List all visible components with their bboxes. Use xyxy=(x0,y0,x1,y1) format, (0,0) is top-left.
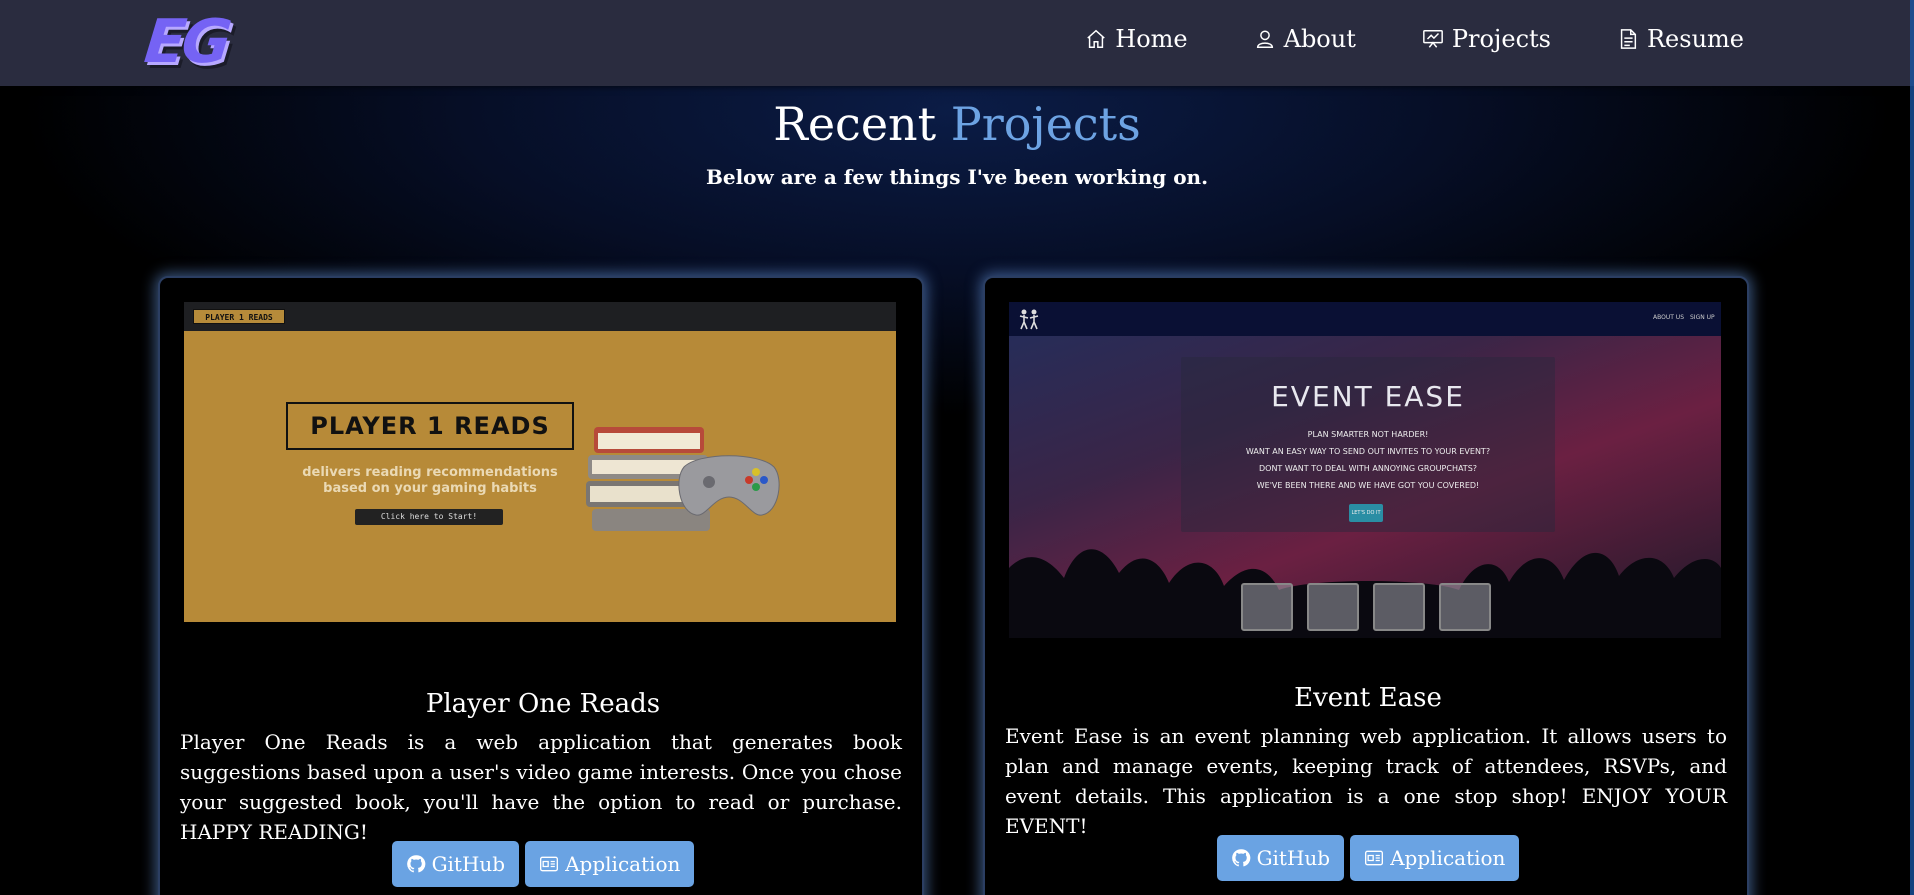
page-title: Recent Projects xyxy=(0,96,1914,152)
dancers-tile-icon xyxy=(1373,583,1425,631)
books-controller-illustration xyxy=(586,427,780,531)
page-title-accent: Projects xyxy=(950,97,1141,151)
application-button[interactable]: Application xyxy=(1350,835,1520,881)
github-button[interactable]: GitHub xyxy=(1216,835,1345,881)
screenshot-small-logo: PLAYER 1 READS xyxy=(193,309,285,324)
screenshot-logo: PLAYER 1 READS xyxy=(286,402,574,450)
screenshot-nav-signup: SIGN UP xyxy=(1690,314,1715,321)
nav-home-label: Home xyxy=(1115,25,1188,53)
party-hat-tile-icon xyxy=(1307,583,1359,631)
screenshot-line: WANT AN EASY WAY TO SEND OUT INVITES TO … xyxy=(1245,447,1491,456)
project-description: Event Ease is an event planning web appl… xyxy=(1005,724,1727,838)
application-button-label: Application xyxy=(1390,846,1506,870)
user-icon xyxy=(1256,30,1273,48)
nav-about[interactable]: About xyxy=(1254,22,1356,56)
crowd-silhouette xyxy=(1009,549,1721,638)
home-icon xyxy=(1087,29,1106,48)
screenshot-nav-about: ABOUT US xyxy=(1653,314,1685,321)
project-buttons: GitHub Application xyxy=(985,835,1751,881)
document-icon xyxy=(1620,29,1637,49)
project-buttons: GitHub Application xyxy=(160,841,926,887)
page-title-main: Recent xyxy=(773,97,937,151)
project-card-player-one-reads: PLAYER 1 READS PLAYER 1 READS delivers r… xyxy=(158,276,924,895)
application-icon xyxy=(540,856,559,872)
project-title: Player One Reads xyxy=(425,689,661,719)
nav-home[interactable]: Home xyxy=(1085,22,1188,56)
project-screenshot-player-one-reads[interactable]: PLAYER 1 READS PLAYER 1 READS delivers r… xyxy=(184,302,896,622)
project-title: Event Ease xyxy=(1294,683,1442,713)
navbar: EG Home About Projects Resume xyxy=(0,0,1914,86)
screenshot-start-button: Click here to Start! xyxy=(355,509,503,525)
application-icon xyxy=(1365,850,1384,866)
scrollbar[interactable] xyxy=(1910,0,1914,895)
nav-about-label: About xyxy=(1283,25,1356,53)
project-screenshot-event-ease[interactable]: ABOUT US SIGN UP EVENT EASE PLAN SMARTER… xyxy=(1009,302,1721,638)
nav-resume-label: Resume xyxy=(1646,25,1744,53)
github-icon xyxy=(406,855,425,873)
project-card-event-ease: ABOUT US SIGN UP EVENT EASE PLAN SMARTER… xyxy=(983,276,1749,895)
application-button[interactable]: Application xyxy=(525,841,695,887)
champagne-tile-icon xyxy=(1241,583,1293,631)
screenshot-line: PLAN SMARTER NOT HARDER! xyxy=(1307,430,1429,439)
screenshot-line: WE'VE BEEN THERE AND WE HAVE GOT YOU COV… xyxy=(1256,481,1480,490)
screenshot-topbar xyxy=(184,302,896,331)
site-logo[interactable]: EG xyxy=(141,7,244,77)
presentation-icon xyxy=(1422,30,1443,48)
application-button-label: Application xyxy=(565,852,681,876)
screenshot-title: EVENT EASE xyxy=(1271,380,1465,413)
page-subtitle: Below are a few things I've been working… xyxy=(705,165,1209,189)
screenshot-line: DONT WANT TO DEAL WITH ANNOYING GROUPCHA… xyxy=(1258,464,1478,473)
nav-resume[interactable]: Resume xyxy=(1617,22,1744,56)
screenshot-topbar xyxy=(1009,302,1721,336)
github-icon xyxy=(1231,849,1250,867)
github-button-label: GitHub xyxy=(431,852,506,876)
dancers-logo-icon xyxy=(1019,309,1039,330)
github-button-label: GitHub xyxy=(1256,846,1331,870)
nav-projects[interactable]: Projects xyxy=(1422,22,1551,56)
screenshot-tagline: delivers reading recommendations based o… xyxy=(302,465,558,496)
presentation-tile-icon xyxy=(1439,583,1491,631)
nav-links: Home About Projects Resume xyxy=(1085,22,1744,56)
screenshot-lines: PLAN SMARTER NOT HARDER! WANT AN EASY WA… xyxy=(1181,426,1555,494)
project-description: Player One Reads is a web application th… xyxy=(180,730,902,844)
github-button[interactable]: GitHub xyxy=(391,841,520,887)
nav-projects-label: Projects xyxy=(1451,25,1551,53)
